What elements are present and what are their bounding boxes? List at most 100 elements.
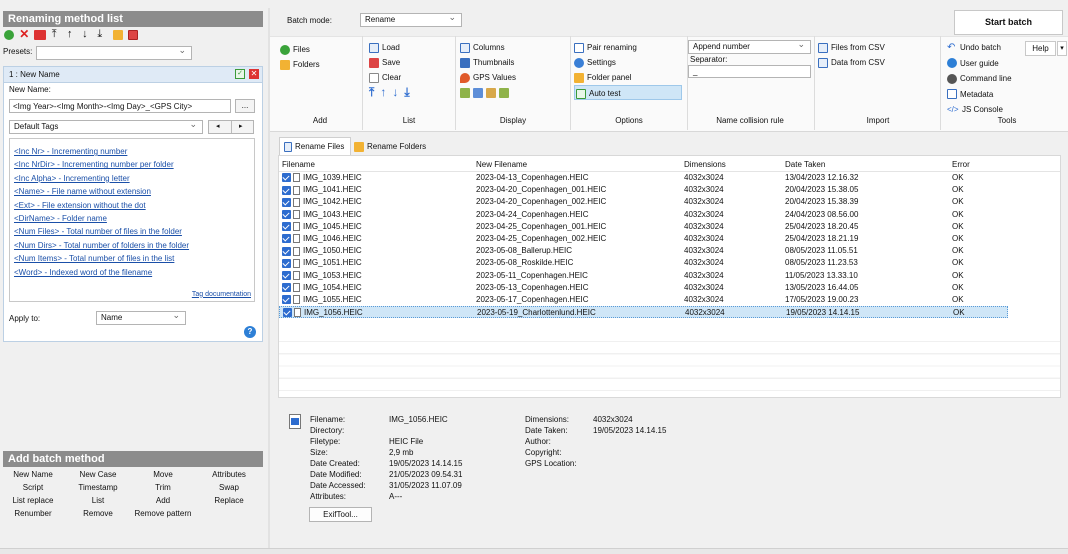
move-up-icon[interactable]: ↑ <box>67 29 77 40</box>
collision-rule-select[interactable]: Append number <box>688 39 811 54</box>
list-up-icon[interactable]: ↑ <box>380 85 392 99</box>
display-columns-button[interactable]: Columns <box>460 40 566 55</box>
view-tiles-icon[interactable] <box>499 87 509 98</box>
add-files-button[interactable]: Files <box>280 42 360 57</box>
batch-trim[interactable]: Trim <box>133 483 193 492</box>
new-name-input[interactable]: <Img Year>-<Img Month>-<Img Day>_<GPS Ci… <box>9 99 231 113</box>
row-checkbox[interactable] <box>282 196 300 208</box>
start-batch-button[interactable]: Start batch <box>954 10 1063 35</box>
tag-prev-icon[interactable]: ◂ <box>216 121 220 133</box>
method-header[interactable]: 1 : New Name ✓ ✕ <box>4 67 262 83</box>
clear-methods-icon[interactable] <box>34 30 47 40</box>
delete-method-icon[interactable]: ✕ <box>19 28 29 40</box>
tag-inc-alpha[interactable]: <Inc Alpha> - Incrementing letter <box>14 172 250 185</box>
tag-inc-nr[interactable]: <Inc Nr> - Incrementing number <box>14 145 250 158</box>
display-thumbnails-button[interactable]: Thumbnails <box>460 55 566 70</box>
tag-ext[interactable]: <Ext> - File extension without the dot <box>14 199 250 212</box>
separator-input[interactable]: _ <box>688 65 811 78</box>
table-row[interactable]: IMG_1039.HEIC 2023-04-13_Copenhagen.HEIC 4… <box>279 172 1060 184</box>
row-checkbox[interactable] <box>282 294 300 306</box>
enable-check-icon[interactable]: ✓ <box>235 69 245 79</box>
move-top-icon[interactable]: ⤒ <box>52 29 62 40</box>
command-line-button[interactable]: Command line <box>947 71 1067 87</box>
tag-word[interactable]: <Word> - Indexed word of the filename <box>14 266 250 279</box>
batch-renumber[interactable]: Renumber <box>3 509 63 518</box>
table-row[interactable]: IMG_1041.HEIC 2023-04-20_Copenhagen_001.H… <box>279 184 1060 196</box>
tag-name[interactable]: <Name> - File name without extension <box>14 185 250 198</box>
tag-num-dirs[interactable]: <Num Dirs> - Total number of folders in … <box>14 239 250 252</box>
batch-list[interactable]: List <box>68 496 128 505</box>
add-method-icon[interactable] <box>4 30 14 40</box>
tag-inc-nrdir[interactable]: <Inc NrDir> - Incrementing number per fo… <box>14 158 250 171</box>
list-load-button[interactable]: Load <box>369 40 449 55</box>
tag-documentation-link[interactable]: Tag documentation <box>192 288 251 301</box>
list-bottom-icon[interactable]: ⤓ <box>404 85 415 99</box>
row-checkbox[interactable] <box>282 270 300 282</box>
list-move-arrows[interactable]: ⤒↑↓⤓ <box>369 85 449 100</box>
batch-add[interactable]: Add <box>133 496 193 505</box>
batch-swap[interactable]: Swap <box>199 483 259 492</box>
auto-test-toggle[interactable]: Auto test <box>574 85 682 100</box>
row-checkbox[interactable] <box>282 257 300 269</box>
batch-replace[interactable]: Replace <box>199 496 259 505</box>
list-top-icon[interactable]: ⤒ <box>369 85 380 99</box>
data-from-csv-button[interactable]: Data from CSV <box>818 55 938 70</box>
table-row[interactable]: IMG_1042.HEIC 2023-04-20_Copenhagen_002.H… <box>279 196 1060 208</box>
row-checkbox[interactable] <box>283 307 301 319</box>
save-icon[interactable] <box>127 30 138 40</box>
help-button[interactable]: Help <box>1025 41 1056 56</box>
batch-remove-pattern[interactable]: Remove pattern <box>133 509 193 518</box>
batch-attributes[interactable]: Attributes <box>199 470 259 479</box>
view-details-icon[interactable] <box>473 87 483 98</box>
row-checkbox[interactable] <box>282 172 300 184</box>
tag-dirname[interactable]: <DirName> - Folder name <box>14 212 250 225</box>
settings-button[interactable]: Settings <box>574 55 684 70</box>
list-down-icon[interactable]: ↓ <box>392 85 404 99</box>
folder-panel-button[interactable]: Folder panel <box>574 70 684 85</box>
batch-new-name[interactable]: New Name <box>3 470 63 479</box>
exiftool-button[interactable]: ExifTool... <box>309 507 372 522</box>
browse-button[interactable]: ... <box>235 99 255 113</box>
table-row[interactable]: IMG_1053.HEIC 2023-05-11_Copenhagen.HEIC 4… <box>279 270 1060 282</box>
table-row[interactable]: IMG_1043.HEIC 2023-04-24_Copenhagen.HEIC 4… <box>279 209 1060 221</box>
table-row[interactable]: IMG_1050.HEIC 2023-05-08_Ballerup.HEIC 403… <box>279 245 1060 257</box>
batch-mode-select[interactable]: Rename <box>360 12 462 27</box>
open-folder-icon[interactable] <box>112 30 123 40</box>
batch-new-case[interactable]: New Case <box>68 470 128 479</box>
table-row[interactable]: IMG_1046.HEIC 2023-04-25_Copenhagen_002.H… <box>279 233 1060 245</box>
view-list-icon[interactable] <box>460 87 470 98</box>
row-checkbox[interactable] <box>282 209 300 221</box>
user-guide-button[interactable]: User guide <box>947 56 1067 72</box>
table-row[interactable]: IMG_1056.HEIC 2023-05-19_Charlottenlund.H… <box>279 306 1008 319</box>
tags-select[interactable]: Default Tags <box>9 119 203 134</box>
tab-rename-files[interactable]: Rename Files <box>279 137 351 155</box>
batch-timestamp[interactable]: Timestamp <box>68 483 128 492</box>
batch-remove[interactable]: Remove <box>68 509 128 518</box>
move-down-icon[interactable]: ↓ <box>82 29 92 40</box>
add-folders-button[interactable]: Folders <box>280 57 360 72</box>
row-checkbox[interactable] <box>282 221 300 233</box>
pair-renaming-checkbox[interactable]: Pair renaming <box>574 40 684 55</box>
list-save-button[interactable]: Save <box>369 55 449 70</box>
batch-move[interactable]: Move <box>133 470 193 479</box>
row-checkbox[interactable] <box>282 245 300 257</box>
table-row[interactable]: IMG_1054.HEIC 2023-05-13_Copenhagen.HEIC 4… <box>279 282 1060 294</box>
help-dropdown-icon[interactable]: ▾ <box>1057 41 1067 56</box>
list-clear-button[interactable]: Clear <box>369 70 449 85</box>
table-row[interactable]: IMG_1045.HEIC 2023-04-25_Copenhagen_001.H… <box>279 221 1060 233</box>
batch-list-replace[interactable]: List replace <box>3 496 63 505</box>
presets-select[interactable] <box>36 45 192 60</box>
metadata-button[interactable]: Metadata <box>947 87 1067 103</box>
view-grid-icon[interactable] <box>486 87 496 98</box>
row-checkbox[interactable] <box>282 282 300 294</box>
row-checkbox[interactable] <box>282 233 300 245</box>
tag-num-files[interactable]: <Num Files> - Total number of files in t… <box>14 225 250 238</box>
remove-method-icon[interactable]: ✕ <box>249 69 259 79</box>
table-row[interactable]: IMG_1051.HEIC 2023-05-08_Roskilde.HEIC 403… <box>279 257 1060 269</box>
files-from-csv-button[interactable]: Files from CSV <box>818 40 938 55</box>
tab-rename-folders[interactable]: Rename Folders <box>352 139 432 155</box>
help-icon[interactable]: ? <box>244 326 256 338</box>
tag-num-items[interactable]: <Num Items> - Total number of files in t… <box>14 252 250 265</box>
move-bottom-icon[interactable]: ⤓ <box>97 29 107 40</box>
tag-next-icon[interactable]: ▸ <box>239 121 243 133</box>
